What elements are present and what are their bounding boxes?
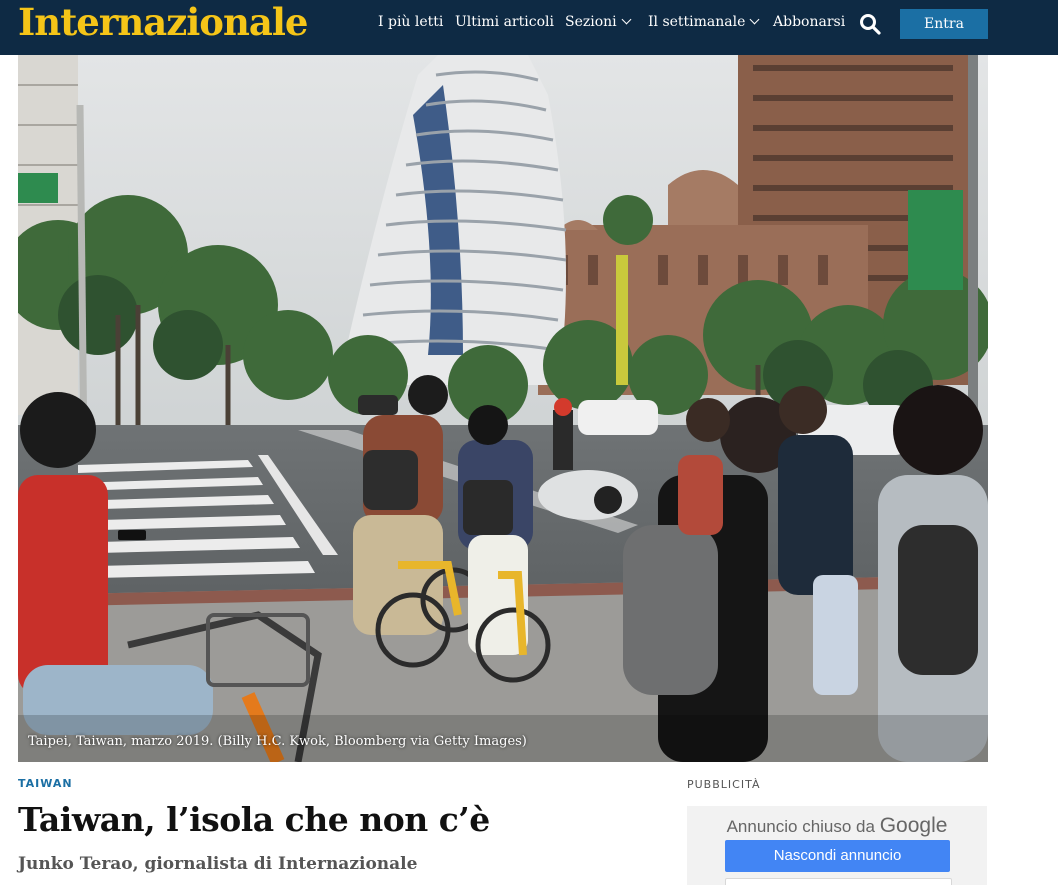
article-title: Taiwan, l’isola che non c’è <box>18 800 490 839</box>
nav-item-label: I più letti <box>378 14 444 30</box>
google-logo: Google <box>879 814 948 837</box>
login-button[interactable]: Entra <box>900 9 988 39</box>
nav-item-label: Il settimanale <box>648 14 746 30</box>
nav-item-label: Ultimi articoli <box>455 14 554 30</box>
article-byline[interactable]: Junko Terao, giornalista di Internaziona… <box>18 854 417 874</box>
ad-closed-text: Annuncio chiuso da <box>726 817 875 836</box>
ad-label: PUBBLICITÀ <box>687 778 761 791</box>
ad-feedback-button[interactable] <box>725 878 952 885</box>
nav-item-piu-letti[interactable]: I più letti <box>378 14 443 30</box>
nav-item-abbonarsi[interactable]: Abbonarsi <box>773 14 845 30</box>
nav-item-ultimi-articoli[interactable]: Ultimi articoli <box>455 14 554 30</box>
chevron-down-icon <box>621 14 632 25</box>
site-logo[interactable]: Internazionale <box>18 0 308 44</box>
nav-item-label: Sezioni <box>565 14 617 30</box>
nav-item-sezioni[interactable]: Sezioni <box>565 14 632 30</box>
hide-ad-button[interactable]: Nascondi annuncio <box>725 840 950 872</box>
section-tag[interactable]: TAIWAN <box>18 777 73 790</box>
nav-item-settimanale[interactable]: Il settimanale <box>648 14 760 30</box>
image-caption: Taipei, Taiwan, marzo 2019. (Billy H.C. … <box>28 734 527 749</box>
hero-image: Taipei, Taiwan, marzo 2019. (Billy H.C. … <box>18 55 988 762</box>
ad-closed-notice: Annuncio chiuso da Google <box>687 814 987 838</box>
ad-container: Annuncio chiuso da Google Nascondi annun… <box>687 806 987 885</box>
chevron-down-icon <box>749 14 760 25</box>
search-icon[interactable] <box>859 13 881 35</box>
top-navigation-bar: Internazionale I più letti Ultimi artico… <box>0 0 1058 55</box>
nav-item-label: Abbonarsi <box>773 14 846 30</box>
street-scene-illustration <box>18 55 988 762</box>
